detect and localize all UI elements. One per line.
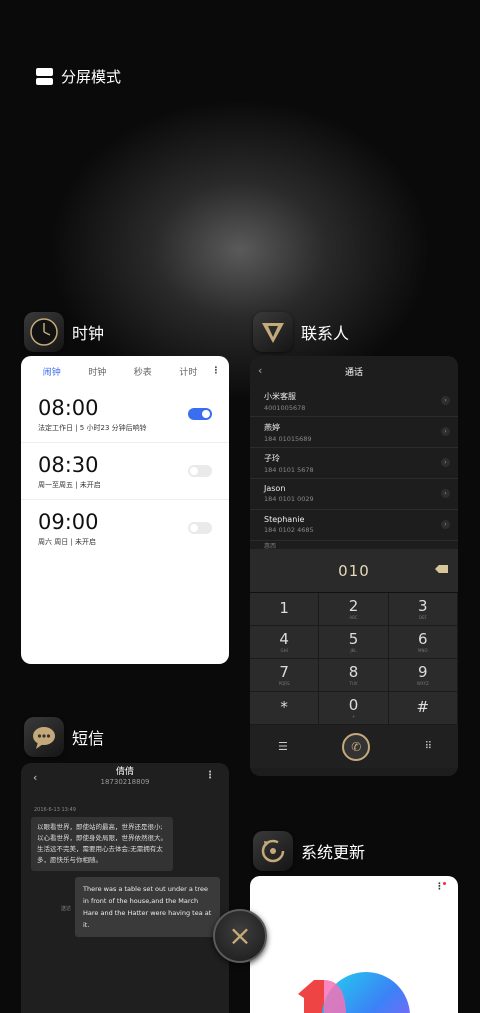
contacts-app-icon xyxy=(253,312,293,352)
tab-alarm[interactable]: 闹钟 xyxy=(29,365,75,378)
call-button[interactable]: ✆ xyxy=(342,732,371,761)
dial-key-4[interactable]: 4 GHI xyxy=(250,626,320,659)
outgoing-message-row: 送达 There was a table set out under a tre… xyxy=(21,877,229,937)
contact-row-partial: 惠西 xyxy=(264,543,277,549)
delivery-status: 送达 xyxy=(61,906,72,912)
chevron-right-icon[interactable]: › xyxy=(441,489,450,498)
chevron-right-icon[interactable]: › xyxy=(441,458,450,467)
chevron-right-icon[interactable]: › xyxy=(441,520,450,529)
dial-key-hash[interactable]: # xyxy=(388,692,458,725)
keypad-grid-icon[interactable]: ⠿ xyxy=(425,741,432,752)
dial-key-0[interactable]: 0 + xyxy=(319,692,389,725)
dial-key-9[interactable]: 9 WXYZ xyxy=(388,659,458,692)
messages-app-card[interactable]: ‹ 倩倩 18730218809 ⋮ 2016-6-13 13:49 以眼看世界… xyxy=(21,763,229,1013)
split-screen-icon xyxy=(36,68,53,85)
alarm-toggle[interactable] xyxy=(188,408,212,420)
contact-row[interactable]: Stephanie 184 0102 4685 › xyxy=(250,510,458,541)
chevron-right-icon[interactable]: › xyxy=(441,427,450,436)
dial-keypad: 1 2 ABC 3 DEF 4 GHI 5 JKL 6 MNO 7 PQRS 8 TUV 9W… xyxy=(250,593,458,725)
close-all-button[interactable]: × xyxy=(213,909,267,963)
alarm-desc: 法定工作日 | 5 小时23 分钟后响铃 xyxy=(38,424,147,432)
message-timestamp: 2016-6-13 13:49 xyxy=(34,807,76,813)
dial-key-5[interactable]: 5 JKL xyxy=(319,626,389,659)
dial-key-2[interactable]: 2 ABC xyxy=(319,593,389,626)
alarm-item[interactable]: 08:30 周一至周五 | 未开启 xyxy=(21,443,229,500)
alarm-desc: 周六 周日 | 未开启 xyxy=(38,538,97,546)
contact-number: 184 0101 5678 xyxy=(264,466,314,474)
update-app-icon xyxy=(253,831,293,871)
alarm-toggle[interactable] xyxy=(188,522,212,534)
clock-tab-bar: 闹钟 时钟 秒表 计时 ⋮ xyxy=(21,356,229,386)
backspace-icon[interactable] xyxy=(435,565,448,573)
contact-name: Jason xyxy=(264,484,286,493)
update-app-header[interactable]: 系统更新 xyxy=(253,831,365,871)
contact-number: 184 0101 0029 xyxy=(264,495,314,503)
outgoing-message[interactable]: There was a table set out under a tree i… xyxy=(75,877,220,937)
dialer-display: 010 xyxy=(250,549,458,593)
contacts-app-header[interactable]: 联系人 xyxy=(253,312,349,352)
dial-key-6[interactable]: 6 MNO xyxy=(388,626,458,659)
split-mode-button[interactable]: 分屏模式 xyxy=(36,66,121,87)
back-icon[interactable]: ‹ xyxy=(258,364,262,377)
more-menu-icon[interactable]: ⋮ xyxy=(205,770,215,781)
alarm-item[interactable]: 08:00 法定工作日 | 5 小时23 分钟后响铃 xyxy=(21,386,229,443)
menu-icon[interactable]: ☰ xyxy=(278,740,288,753)
clock-app-header[interactable]: 时钟 xyxy=(24,312,104,352)
alarm-desc: 周一至周五 | 未开启 xyxy=(38,481,101,489)
tab-clock[interactable]: 时钟 xyxy=(75,365,121,378)
dial-key-1[interactable]: 1 xyxy=(250,593,320,626)
contact-number: 184 01015689 xyxy=(264,435,312,443)
update-app-card[interactable]: ⋮ xyxy=(250,876,458,1013)
contacts-app-name: 联系人 xyxy=(301,324,350,343)
contact-number: 184 0102 4685 xyxy=(264,526,314,534)
back-icon[interactable]: ‹ xyxy=(33,771,37,784)
messages-app-header[interactable]: 短信 xyxy=(24,717,104,757)
contacts-title-bar: ‹ 通话 xyxy=(250,356,458,386)
contact-name: 燕婷 xyxy=(264,423,280,432)
contact-name: Stephanie xyxy=(264,515,305,524)
contact-number: 4001005678 xyxy=(264,404,306,412)
clock-app-name: 时钟 xyxy=(72,324,105,343)
tab-timer[interactable]: 计时 xyxy=(166,365,212,378)
close-icon: × xyxy=(228,919,252,952)
clock-app-card[interactable]: 闹钟 时钟 秒表 计时 ⋮ 08:00 法定工作日 | 5 小时23 分钟后响铃… xyxy=(21,356,229,664)
dial-key-8[interactable]: 8 TUV xyxy=(319,659,389,692)
dialer-number: 010 xyxy=(338,561,370,580)
conversation-header: ‹ 倩倩 18730218809 ⋮ xyxy=(21,763,229,793)
messages-app-name: 短信 xyxy=(72,729,105,748)
conversation-contact-phone: 18730218809 xyxy=(100,778,150,786)
update-app-name: 系统更新 xyxy=(301,843,366,862)
messages-app-icon xyxy=(24,717,64,757)
clock-app-icon xyxy=(24,312,64,352)
contact-name: 小米客服 xyxy=(264,392,296,401)
contact-row[interactable]: 燕婷 184 01015689 › xyxy=(250,417,458,448)
split-mode-label: 分屏模式 xyxy=(61,68,122,86)
dial-key-3[interactable]: 3 DEF xyxy=(388,593,458,626)
more-menu-icon[interactable]: ⋮ xyxy=(211,366,221,376)
alarm-item[interactable]: 09:00 周六 周日 | 未开启 xyxy=(21,500,229,557)
alarm-toggle[interactable] xyxy=(188,465,212,477)
dialer-bottom-bar: ☰ ✆ ⠿ xyxy=(250,725,458,768)
chevron-right-icon[interactable]: › xyxy=(441,396,450,405)
dial-key-7[interactable]: 7 PQRS xyxy=(250,659,320,692)
contacts-title: 通话 xyxy=(344,367,363,378)
contacts-app-card[interactable]: ‹ 通话 小米客服 4001005678 › 燕婷 184 01015689 ›… xyxy=(250,356,458,776)
miui-10-logo xyxy=(298,972,410,1013)
conversation-contact-name: 倩倩 xyxy=(115,767,134,777)
contact-row[interactable]: Jason 184 0101 0029 › xyxy=(250,479,458,510)
contact-name: 子玲 xyxy=(264,454,280,463)
tab-stopwatch[interactable]: 秒表 xyxy=(120,365,166,378)
contact-row[interactable]: 子玲 184 0101 5678 › xyxy=(250,448,458,479)
dial-key-star[interactable]: * xyxy=(250,692,320,725)
incoming-message[interactable]: 以眼看世界，即使站的最高，世界还是很小;以心看世界，即使身处局限，世界依然很大。… xyxy=(31,817,173,871)
contact-row[interactable]: 小米客服 4001005678 › xyxy=(250,386,458,417)
